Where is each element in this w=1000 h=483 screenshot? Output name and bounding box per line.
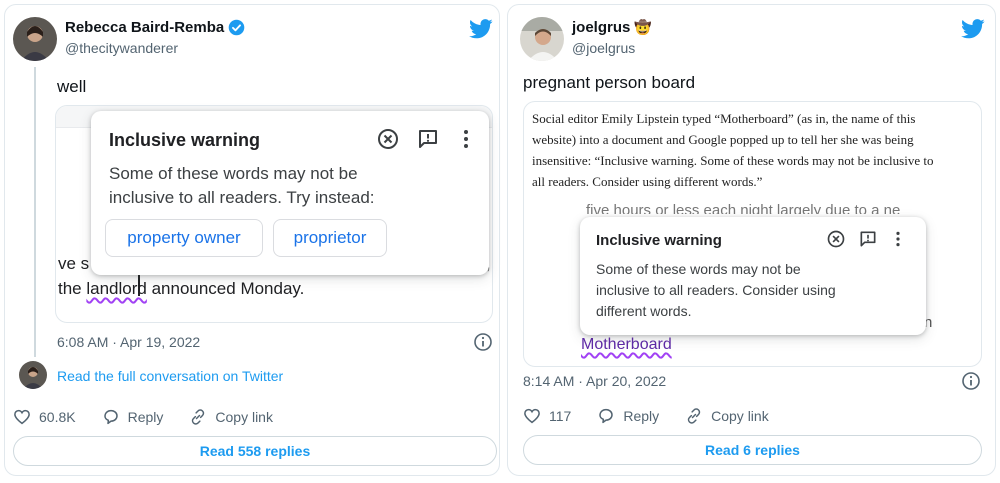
author-name-text[interactable]: Rebecca Baird-Remba bbox=[65, 19, 224, 36]
doc-partial-top-line: five hours or less each night largely du… bbox=[586, 202, 901, 214]
like-action[interactable]: 117 bbox=[523, 407, 571, 425]
reply-label: Reply bbox=[623, 408, 660, 424]
popup-body-line: Some of these words may not be bbox=[109, 164, 358, 183]
tweet-text: well bbox=[57, 77, 87, 96]
article-line: all readers. Consider using different wo… bbox=[532, 174, 763, 189]
author-name[interactable]: joelgrus 🤠 bbox=[572, 19, 652, 36]
copy-link-action[interactable]: Copy link bbox=[685, 407, 769, 425]
reply-action[interactable]: Reply bbox=[597, 407, 659, 425]
twitter-bird-icon[interactable] bbox=[469, 19, 493, 39]
article-paragraph: Social editor Emily Lipstein typed “Moth… bbox=[532, 108, 977, 192]
heart-icon bbox=[14, 409, 30, 425]
popup-body-line: inclusive to all readers. Consider using bbox=[596, 282, 836, 298]
author-name[interactable]: Rebecca Baird-Remba bbox=[65, 19, 245, 36]
heart-icon bbox=[524, 408, 540, 424]
popup-body-line: inclusive to all readers. Try instead: bbox=[109, 188, 375, 207]
reply-icon bbox=[599, 408, 614, 424]
flagged-word[interactable]: Motherboard bbox=[581, 336, 672, 354]
reply-label: Reply bbox=[127, 409, 164, 425]
article-line: Social editor Emily Lipstein typed “Moth… bbox=[532, 111, 916, 126]
doc-sentence: the landlord announced Monday. bbox=[58, 279, 304, 299]
thread-line bbox=[34, 67, 36, 357]
feedback-icon[interactable] bbox=[416, 127, 440, 151]
author-name-text[interactable]: joelgrus bbox=[572, 19, 630, 36]
popup-body: Some of these words may not be inclusive… bbox=[109, 162, 375, 210]
doc-sentence-suffix: announced Monday. bbox=[146, 279, 305, 298]
article-line: website) into a document and Google popp… bbox=[532, 132, 914, 147]
tweet-timestamp[interactable]: 6:08 AM · Apr 19, 2022 bbox=[57, 334, 200, 350]
inclusive-warning-popup: Inclusive warning Some of these words ma… bbox=[91, 111, 489, 275]
thread-author-avatar[interactable] bbox=[19, 361, 47, 389]
copy-link-label: Copy link bbox=[215, 409, 273, 425]
copy-link-label: Copy link bbox=[711, 408, 769, 424]
doc-partial-text: ve s bbox=[58, 254, 90, 273]
suggestion-chip-property-owner[interactable]: property owner bbox=[105, 219, 263, 257]
link-icon bbox=[192, 409, 205, 425]
read-replies-button[interactable]: Read 558 replies bbox=[13, 436, 497, 466]
reply-action[interactable]: Reply bbox=[102, 408, 164, 426]
tweet-card-right: joelgrus 🤠 @joelgrus pregnant person boa… bbox=[507, 4, 996, 476]
tweet-text: pregnant person board bbox=[523, 73, 696, 92]
author-handle[interactable]: @joelgrus bbox=[572, 40, 635, 56]
popup-actions bbox=[826, 229, 906, 249]
tweet-timestamp[interactable]: 8:14 AM · Apr 20, 2022 bbox=[523, 373, 666, 389]
popup-title: Inclusive warning bbox=[596, 232, 722, 249]
doc-sentence-prefix: the bbox=[58, 279, 87, 298]
read-replies-button[interactable]: Read 6 replies bbox=[523, 435, 982, 465]
dismiss-icon[interactable] bbox=[376, 127, 400, 151]
tweet-card-left: Rebecca Baird-Remba @thecitywanderer wel… bbox=[4, 4, 500, 476]
more-vert-icon[interactable] bbox=[456, 127, 476, 151]
popup-body: Some of these words may not be inclusive… bbox=[596, 259, 836, 322]
verified-badge-icon bbox=[228, 19, 245, 36]
text-cursor bbox=[138, 274, 140, 296]
inclusive-warning-popup: Inclusive warning Some of these words ma… bbox=[580, 217, 926, 335]
suggestion-chip-proprietor[interactable]: proprietor bbox=[273, 219, 387, 257]
info-icon[interactable] bbox=[473, 332, 493, 352]
read-conversation-link[interactable]: Read the full conversation on Twitter bbox=[57, 368, 283, 384]
reply-icon bbox=[103, 409, 118, 425]
popup-title: Inclusive warning bbox=[109, 130, 261, 150]
flagged-word-text[interactable]: Motherboard bbox=[581, 336, 672, 353]
tweet-actions: 117 Reply Copy link bbox=[523, 407, 795, 425]
more-vert-icon[interactable] bbox=[890, 229, 906, 249]
popup-body-line: Some of these words may not be bbox=[596, 261, 801, 277]
author-avatar[interactable] bbox=[13, 17, 57, 61]
tweet-actions: 60.8K Reply Copy link bbox=[13, 408, 299, 426]
twitter-bird-icon[interactable] bbox=[961, 19, 985, 39]
feedback-icon[interactable] bbox=[858, 229, 878, 249]
like-count: 60.8K bbox=[39, 409, 76, 425]
author-handle[interactable]: @thecitywanderer bbox=[65, 40, 178, 56]
popup-actions bbox=[376, 127, 476, 151]
info-icon[interactable] bbox=[961, 371, 981, 391]
like-count: 117 bbox=[549, 408, 572, 424]
article-line: insensitive: “Inclusive warning. Some of… bbox=[532, 153, 934, 168]
cowboy-emoji: 🤠 bbox=[634, 19, 652, 35]
dismiss-icon[interactable] bbox=[826, 229, 846, 249]
copy-link-action[interactable]: Copy link bbox=[189, 408, 273, 426]
like-action[interactable]: 60.8K bbox=[13, 408, 76, 426]
author-avatar[interactable] bbox=[520, 17, 564, 61]
link-icon bbox=[687, 408, 701, 424]
popup-body-line: different words. bbox=[596, 303, 692, 319]
